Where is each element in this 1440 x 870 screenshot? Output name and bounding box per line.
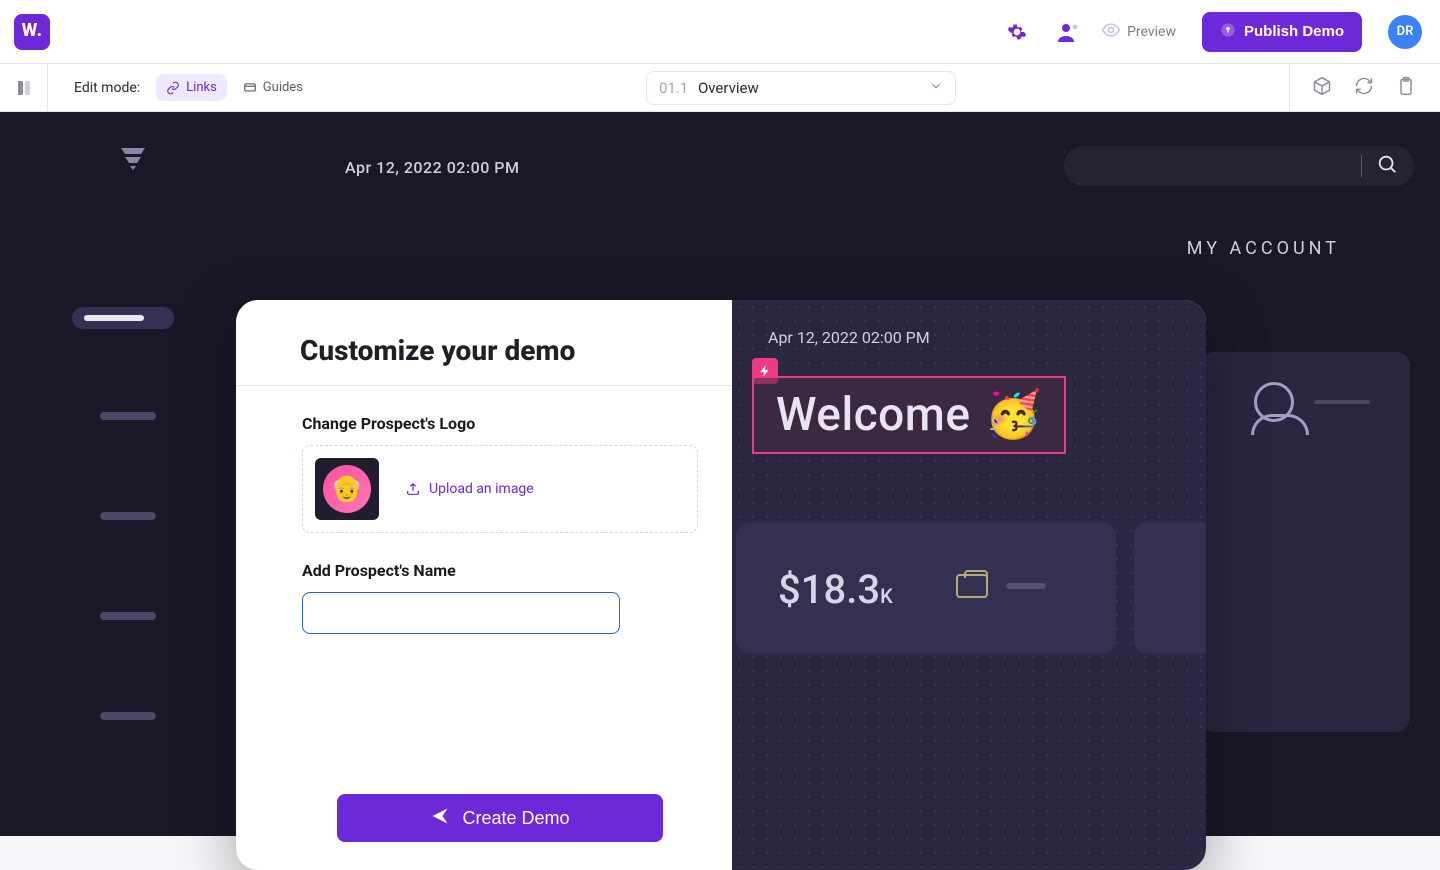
edit-mode-guides[interactable]: Guides bbox=[233, 74, 313, 101]
publish-label: Publish Demo bbox=[1244, 23, 1344, 40]
upload-image-link[interactable]: Upload an image bbox=[405, 481, 534, 497]
modal-form: Customize your demo Change Prospect's Lo… bbox=[236, 300, 732, 870]
avatar-placeholder: 👴 bbox=[323, 465, 371, 513]
editor-canvas: Apr 12, 2022 02:00 PM MY ACCOUNT Customi… bbox=[0, 112, 1440, 836]
edit-mode-segment: Links Guides bbox=[156, 74, 313, 101]
sidebar-toggle[interactable] bbox=[0, 64, 48, 111]
stat-amount: $18.3K bbox=[778, 566, 893, 613]
refresh-icon[interactable] bbox=[1354, 76, 1374, 100]
modal-preview-panel: Apr 12, 2022 02:00 PM Welcome 🥳 $18.3K bbox=[732, 300, 1206, 870]
top-bar: W. Preview Publish Demo DR bbox=[0, 0, 1440, 64]
wallet-icon bbox=[956, 574, 988, 598]
upload-link-label: Upload an image bbox=[429, 481, 534, 497]
guides-label: Guides bbox=[263, 80, 303, 95]
logo-thumbnail: 👴 bbox=[315, 458, 379, 520]
package-icon[interactable] bbox=[1312, 76, 1332, 100]
user-initials: DR bbox=[1397, 24, 1414, 39]
prospect-name-input[interactable] bbox=[302, 592, 620, 634]
preview-label: Preview bbox=[1127, 24, 1176, 40]
secondary-toolbar: Edit mode: Links Guides 01.1 Overview bbox=[0, 64, 1440, 112]
settings-gear-icon[interactable] bbox=[1005, 20, 1029, 44]
app-logo[interactable]: W. bbox=[14, 14, 50, 50]
upload-icon bbox=[1220, 22, 1236, 42]
modal-overlay: Customize your demo Change Prospect's Lo… bbox=[0, 112, 1440, 836]
publish-button[interactable]: Publish Demo bbox=[1202, 12, 1362, 52]
modal-title: Customize your demo bbox=[300, 334, 698, 367]
welcome-highlight[interactable]: Welcome 🥳 bbox=[752, 376, 1066, 454]
logo-upload-box: 👴 Upload an image bbox=[302, 445, 698, 533]
page-index: 01.1 bbox=[659, 79, 688, 97]
eye-icon bbox=[1101, 20, 1121, 44]
clipboard-icon[interactable] bbox=[1396, 76, 1416, 100]
preview-timestamp: Apr 12, 2022 02:00 PM bbox=[768, 328, 930, 347]
team-icon[interactable] bbox=[1057, 20, 1081, 44]
toolbar-right-icons bbox=[1289, 64, 1416, 111]
edit-mode-label: Edit mode: bbox=[74, 80, 140, 96]
stat-card-secondary bbox=[1134, 522, 1206, 654]
preview-toggle[interactable]: Preview bbox=[1101, 20, 1176, 44]
page-selector[interactable]: 01.1 Overview bbox=[646, 71, 956, 105]
user-avatar[interactable]: DR bbox=[1388, 15, 1422, 49]
customize-demo-modal: Customize your demo Change Prospect's Lo… bbox=[236, 300, 1206, 870]
app-logo-letter: W. bbox=[22, 20, 43, 41]
edit-mode-links[interactable]: Links bbox=[156, 74, 227, 101]
change-logo-label: Change Prospect's Logo bbox=[302, 414, 698, 433]
add-name-label: Add Prospect's Name bbox=[302, 561, 698, 580]
welcome-text: Welcome bbox=[776, 388, 971, 442]
links-label: Links bbox=[186, 80, 217, 95]
stat-card: $18.3K bbox=[736, 522, 1116, 654]
upload-icon bbox=[405, 481, 421, 497]
chevron-down-icon bbox=[929, 79, 943, 97]
send-icon bbox=[430, 806, 450, 831]
page-name: Overview bbox=[698, 79, 759, 97]
create-demo-label: Create Demo bbox=[462, 808, 569, 829]
create-demo-button[interactable]: Create Demo bbox=[337, 794, 663, 842]
welcome-emoji: 🥳 bbox=[985, 388, 1043, 442]
